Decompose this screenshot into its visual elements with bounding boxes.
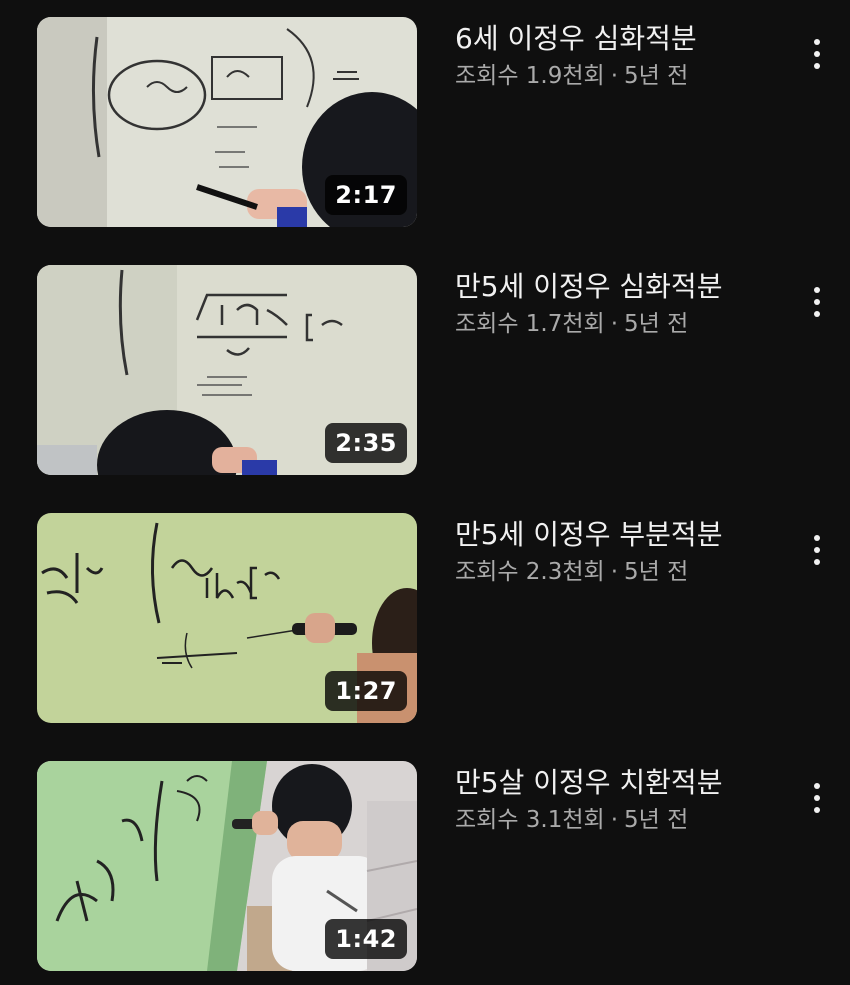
video-duration: 1:27 [325,671,407,711]
meta-separator: · [610,311,619,337]
video-meta: 조회수 1.9천회 · 5년 전 [455,59,795,93]
more-vertical-icon[interactable] [800,277,834,327]
video-title[interactable]: 만5살 이정우 치환적분 [455,763,795,803]
video-item[interactable]: 1:42 만5살 이정우 치환적분 조회수 3.1천회 · 5년 전 [0,761,850,973]
video-duration: 2:17 [325,175,407,215]
upload-age: 5년 전 [624,63,689,89]
more-vertical-icon[interactable] [800,525,834,575]
video-meta: 조회수 3.1천회 · 5년 전 [455,803,795,837]
video-title[interactable]: 만5세 이정우 심화적분 [455,267,795,307]
video-item[interactable]: 2:17 6세 이정우 심화적분 조회수 1.9천회 · 5년 전 [0,17,850,229]
video-item[interactable]: 1:27 만5세 이정우 부분적분 조회수 2.3천회 · 5년 전 [0,513,850,725]
upload-age: 5년 전 [624,559,689,585]
video-item[interactable]: 2:35 만5세 이정우 심화적분 조회수 1.7천회 · 5년 전 [0,265,850,477]
meta-separator: · [610,559,619,585]
video-duration: 2:35 [325,423,407,463]
video-meta: 조회수 2.3천회 · 5년 전 [455,555,795,589]
meta-separator: · [610,807,619,833]
more-vertical-icon[interactable] [800,29,834,79]
upload-age: 5년 전 [624,311,689,337]
view-count: 조회수 2.3천회 [455,559,605,585]
video-thumbnail[interactable]: 2:17 [37,17,417,227]
video-title[interactable]: 만5세 이정우 부분적분 [455,515,795,555]
meta-separator: · [610,63,619,89]
video-title[interactable]: 6세 이정우 심화적분 [455,19,795,59]
video-duration: 1:42 [325,919,407,959]
video-info[interactable]: 만5살 이정우 치환적분 조회수 3.1천회 · 5년 전 [455,761,795,837]
view-count: 조회수 1.9천회 [455,63,605,89]
view-count: 조회수 3.1천회 [455,807,605,833]
video-info[interactable]: 만5세 이정우 심화적분 조회수 1.7천회 · 5년 전 [455,265,795,341]
video-thumbnail[interactable]: 1:42 [37,761,417,971]
video-info[interactable]: 만5세 이정우 부분적분 조회수 2.3천회 · 5년 전 [455,513,795,589]
video-meta: 조회수 1.7천회 · 5년 전 [455,307,795,341]
video-thumbnail[interactable]: 2:35 [37,265,417,475]
video-info[interactable]: 6세 이정우 심화적분 조회수 1.9천회 · 5년 전 [455,17,795,93]
more-vertical-icon[interactable] [800,773,834,823]
upload-age: 5년 전 [624,807,689,833]
view-count: 조회수 1.7천회 [455,311,605,337]
video-thumbnail[interactable]: 1:27 [37,513,417,723]
